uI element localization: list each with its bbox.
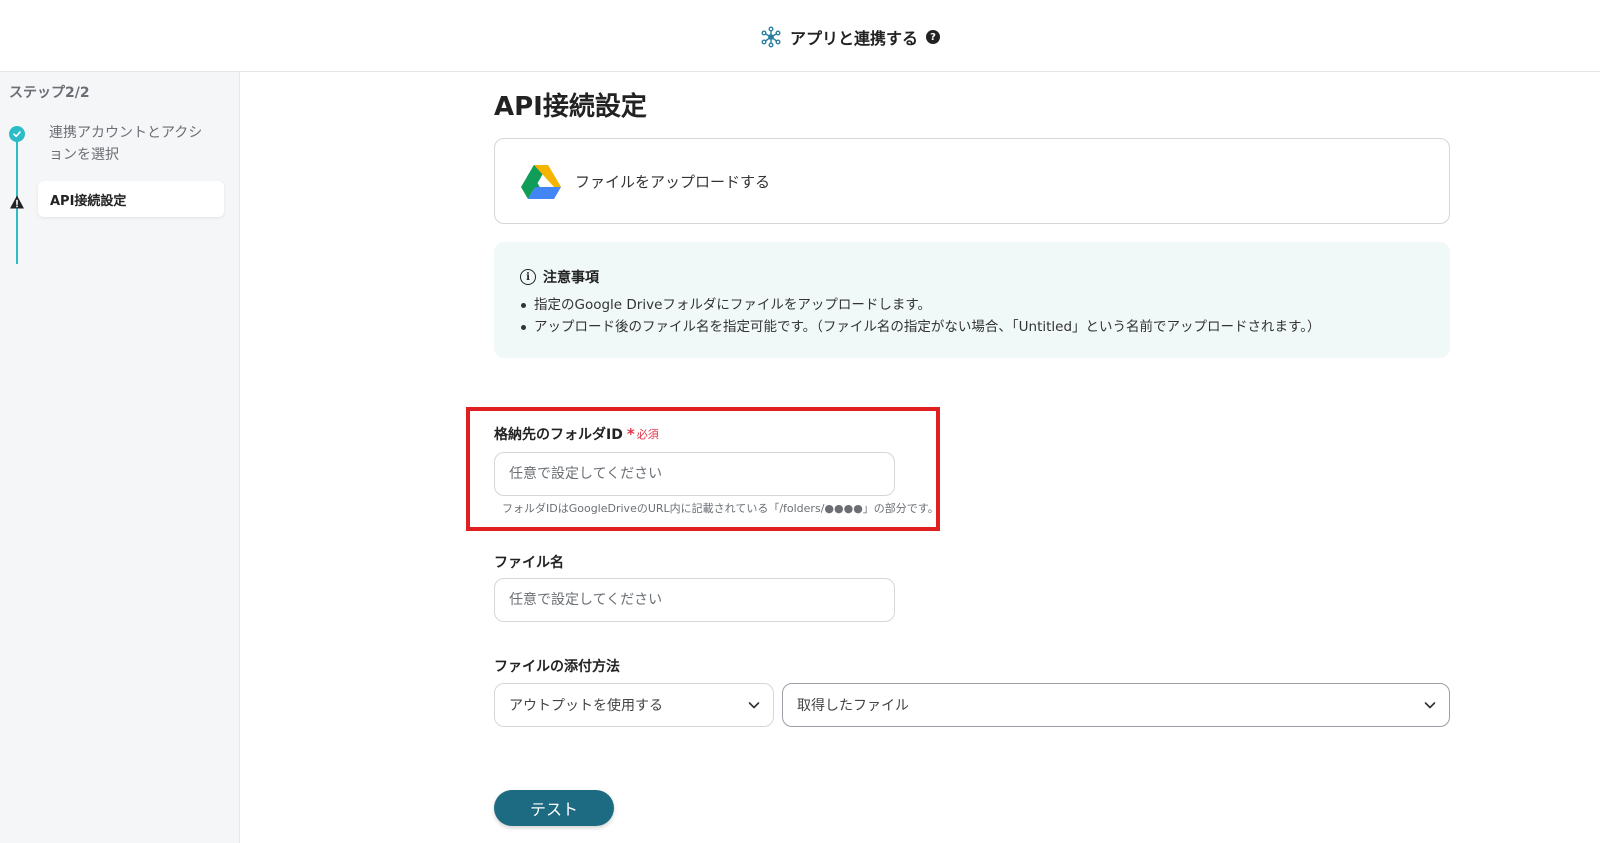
filename-label: ファイル名 <box>494 552 564 572</box>
test-button[interactable]: テスト <box>494 790 614 826</box>
notice-item: アップロード後のファイル名を指定可能です。（ファイル名の指定がない場合、「Unt… <box>520 316 1426 338</box>
chevron-down-icon <box>748 702 760 709</box>
info-icon: i <box>520 269 536 285</box>
required-asterisk: * <box>626 425 635 443</box>
help-icon[interactable]: ? <box>926 30 941 44</box>
notice-panel: i 注意事項 指定のGoogle Driveフォルダにファイルをアップロードしま… <box>494 242 1450 358</box>
required-label: 必須 <box>636 428 659 441</box>
sidebar-step-api-settings[interactable]: API接続設定 <box>38 181 224 217</box>
app-action-card: ファイルをアップロードする <box>494 138 1450 224</box>
folder-id-label-text: 格納先のフォルダID <box>494 427 623 443</box>
header-title-group: アプリと連携する ? <box>760 24 941 50</box>
folder-id-hint: フォルダIDはGoogleDriveのURL内に記載されている「/folders… <box>502 502 939 515</box>
app-header: アプリと連携する ? <box>0 0 1600 72</box>
notice-item: 指定のGoogle Driveフォルダにファイルをアップロードします。 <box>520 294 1426 316</box>
google-drive-icon <box>521 165 561 199</box>
filename-label-text: ファイル名 <box>494 555 564 571</box>
folder-id-label: 格納先のフォルダID * 必須 <box>494 424 659 444</box>
warning-icon <box>10 195 24 209</box>
sidebar-step-label: API接続設定 <box>50 193 127 209</box>
notice-header: i 注意事項 <box>520 266 1426 288</box>
attach-source-select[interactable]: 取得したファイル <box>782 683 1450 727</box>
page-title: API接続設定 <box>494 92 647 122</box>
folder-id-input[interactable] <box>494 452 895 496</box>
attach-method-label: ファイルの添付方法 <box>494 656 620 676</box>
integration-icon <box>761 26 781 48</box>
step-sidebar: ステップ2/2 連携アカウントとアクションを選択 API接続設定 <box>0 72 240 843</box>
attach-method-select[interactable]: アウトプットを使用する <box>494 683 774 727</box>
attach-method-label-text: ファイルの添付方法 <box>494 659 620 675</box>
header-title: アプリと連携する <box>790 29 919 48</box>
action-label: ファイルをアップロードする <box>575 172 771 191</box>
notice-list: 指定のGoogle Driveフォルダにファイルをアップロードします。 アップロ… <box>520 294 1426 338</box>
step-count: ステップ2/2 <box>9 85 90 101</box>
notice-title: 注意事項 <box>543 270 599 286</box>
attach-source-value: 取得したファイル <box>797 698 909 714</box>
chevron-down-icon <box>1424 702 1436 709</box>
sidebar-step-select-account[interactable]: 連携アカウントとアクションを選択 <box>49 122 214 166</box>
attach-method-value: アウトプットを使用する <box>509 698 663 714</box>
filename-input[interactable] <box>494 578 895 622</box>
check-icon <box>9 126 25 142</box>
